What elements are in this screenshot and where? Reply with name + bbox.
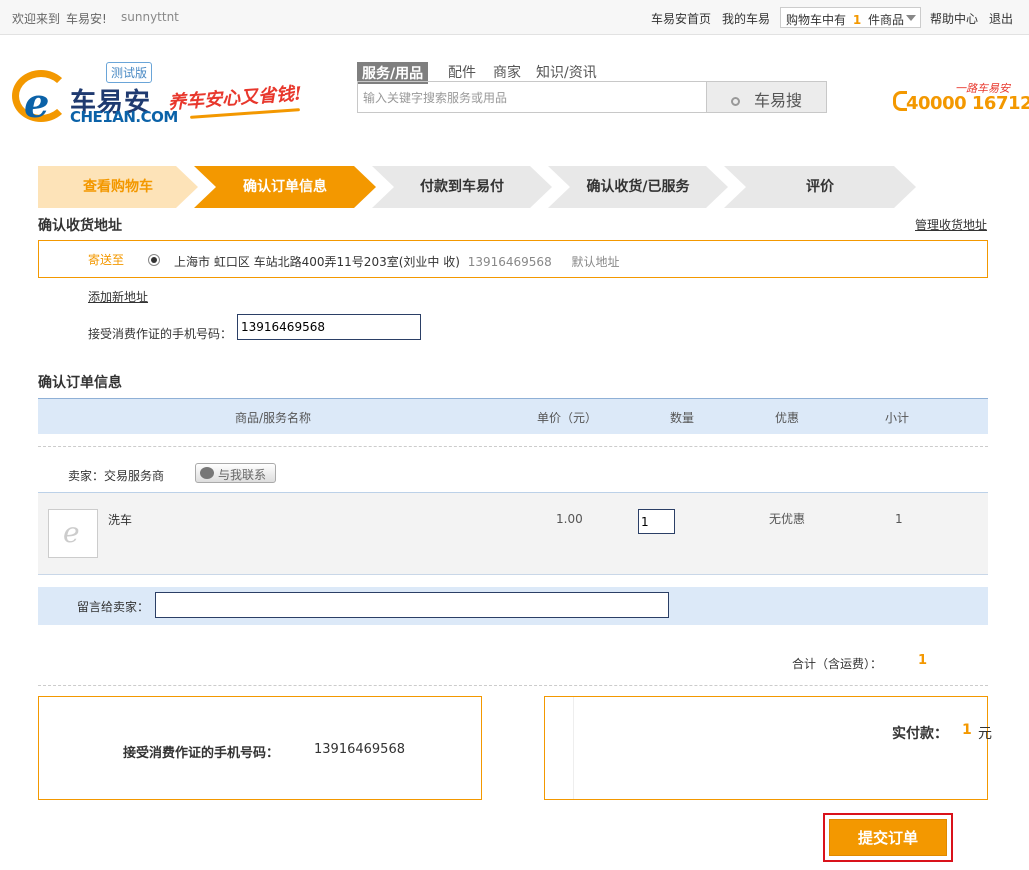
col-quantity: 数量 — [670, 411, 695, 425]
order-section-title: 确认订单信息 — [38, 375, 122, 391]
chevron-down-icon — [906, 15, 916, 21]
summary-mobile-label: 接受消费作证的手机号码： — [123, 746, 280, 761]
table-row: 洗车 1.00 1 无优惠 1 — [38, 492, 988, 575]
beta-badge: 测试版 — [106, 62, 153, 83]
help-link[interactable]: 帮助中心 — [930, 10, 978, 27]
product-thumbnail[interactable] — [48, 509, 98, 558]
divider — [38, 446, 988, 447]
summary-mobile-value: 13916469568 — [314, 742, 405, 757]
col-discount: 优惠 — [775, 411, 800, 425]
address-line: 上海市 虹口区 车站北路400弄11号203室(刘业中 收) 139164695… — [174, 253, 620, 270]
send-to-label: 寄送至 — [88, 253, 125, 267]
search-button[interactable]: 车易搜 — [706, 81, 827, 113]
search-tab-parts[interactable]: 配件 — [448, 62, 476, 82]
message-input[interactable] — [155, 592, 669, 618]
address-phone: 13916469568 — [467, 255, 552, 269]
logo-domain: CHE1AN.COM — [70, 108, 178, 126]
pay-unit: 元 — [978, 726, 992, 742]
quantity-input[interactable]: 1 — [638, 509, 675, 534]
mobile-input[interactable]: 13916469568 — [237, 314, 421, 340]
col-price: 单价（元） — [537, 411, 598, 425]
col-subtotal: 小计 — [885, 411, 910, 425]
address-text: 上海市 虹口区 车站北路400弄11号203室(刘业中 收) — [174, 255, 460, 269]
site-name-link[interactable]: 车易安! — [66, 10, 107, 27]
divider — [573, 697, 574, 799]
logo-e-icon: e — [24, 80, 50, 127]
product-discount: 无优惠 — [769, 512, 806, 526]
address-radio[interactable] — [148, 254, 160, 266]
step-view-cart[interactable]: 查看购物车 — [38, 166, 198, 208]
product-subtotal: 1 — [895, 512, 903, 526]
my-account-link[interactable]: 我的车易 — [722, 10, 770, 27]
contact-seller-button[interactable]: 与我联系 — [195, 463, 276, 483]
manage-address-link[interactable]: 管理收货地址 — [915, 216, 987, 233]
cart-prefix: 购物车中有 — [786, 13, 847, 27]
search-button-label: 车易搜 — [753, 91, 802, 110]
search-icon — [730, 97, 740, 106]
summary-pay-box: 实付款： 1 元 — [544, 696, 992, 800]
total-value: 1 — [918, 653, 928, 668]
search-tab-merchants[interactable]: 商家 — [493, 62, 521, 82]
phone-icon — [893, 91, 907, 111]
product-price: 1.00 — [556, 512, 583, 526]
total-label: 合计（含运费）： — [792, 657, 883, 671]
step-confirm-order: 确认订单信息 — [194, 166, 376, 208]
step-review: 评价 — [724, 166, 916, 208]
hotline-number: 40000 16712 — [906, 93, 1029, 114]
step-payment: 付款到车易付 — [372, 166, 552, 208]
default-address-tag: 默认地址 — [571, 255, 620, 269]
search-tab-knowledge[interactable]: 知识/资讯 — [536, 62, 597, 82]
submit-order-button[interactable]: 提交订单 — [829, 819, 947, 856]
username: sunnyttnt — [121, 10, 179, 24]
col-product: 商品/服务名称 — [235, 411, 312, 425]
address-option[interactable]: 寄送至 上海市 虹口区 车站北路400弄11号203室(刘业中 收) 13916… — [38, 240, 988, 278]
cart-count: 1 — [852, 13, 862, 27]
add-address-link[interactable]: 添加新地址 — [88, 288, 148, 305]
submit-highlight: 提交订单 — [823, 813, 953, 862]
checkout-steps: 查看购物车 确认订单信息 付款到车易付 确认收货/已服务 评价 — [38, 166, 938, 208]
welcome-text: 欢迎来到 — [12, 12, 61, 26]
address-section-title: 确认收货地址 — [38, 218, 122, 234]
cart-suffix: 件商品 — [868, 13, 905, 27]
divider — [38, 685, 988, 686]
message-label: 留言给卖家： — [77, 600, 150, 614]
order-table-header: 商品/服务名称 单价（元） 数量 优惠 小计 — [38, 398, 988, 434]
top-bar: 欢迎来到 车易安! sunnyttnt 车易安首页 我的车易 购物车中有 1 件… — [0, 0, 1029, 35]
message-row: 留言给卖家： — [38, 587, 988, 625]
search-input[interactable]: 输入关键字搜索服务或用品 — [357, 81, 707, 113]
step-confirm-receipt: 确认收货/已服务 — [548, 166, 728, 208]
summary-mobile-box: 接受消费作证的手机号码： 13916469568 — [38, 696, 482, 800]
pay-value: 1 — [962, 722, 972, 738]
pay-label: 实付款： — [892, 726, 948, 742]
mobile-label: 接受消费作证的手机号码： — [88, 327, 233, 341]
logout-link[interactable]: 退出 — [989, 10, 1013, 27]
seller-label: 卖家：交易服务商 — [68, 469, 165, 483]
product-name[interactable]: 洗车 — [108, 511, 132, 528]
home-link[interactable]: 车易安首页 — [651, 10, 711, 27]
cart-dropdown[interactable]: 购物车中有 1 件商品 — [780, 7, 921, 28]
